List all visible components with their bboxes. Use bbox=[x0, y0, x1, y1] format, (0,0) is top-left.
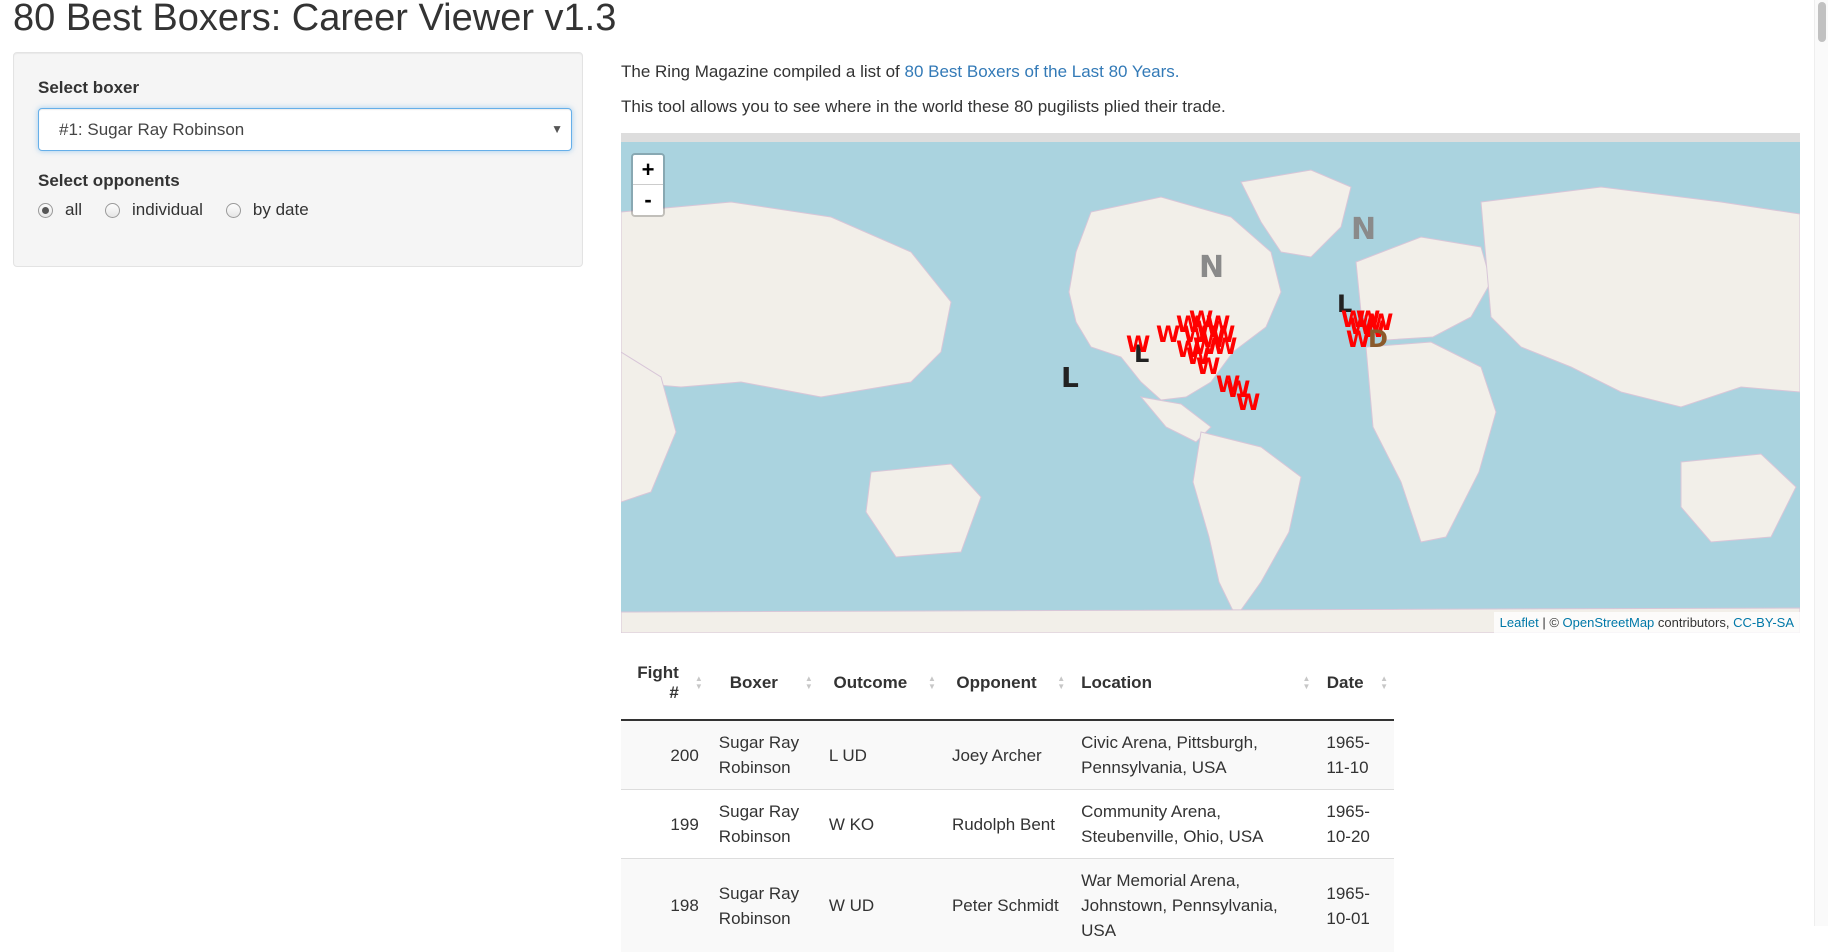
radio-all[interactable]: all bbox=[38, 200, 82, 220]
column-header-opponent-label: Opponent bbox=[956, 673, 1036, 692]
table-header-row: Fight # ▲▼ Boxer ▲▼ Outcome ▲▼ Opponent ▲▼ L… bbox=[621, 646, 1394, 720]
marker-w[interactable]: W bbox=[1126, 333, 1150, 358]
cell-opponent: Joey Archer bbox=[942, 720, 1071, 790]
license-link[interactable]: CC-BY-SA bbox=[1733, 615, 1794, 630]
cell-date: 1965-10-20 bbox=[1316, 790, 1394, 859]
column-header-date[interactable]: Date ▲▼ bbox=[1316, 646, 1394, 720]
column-header-location-label: Location bbox=[1081, 673, 1152, 692]
column-header-opponent[interactable]: Opponent ▲▼ bbox=[942, 646, 1071, 720]
cell-location: War Memorial Arena, Johnstown, Pennsylva… bbox=[1071, 859, 1316, 952]
marker-w[interactable]: W bbox=[1346, 328, 1370, 353]
select-opponents-label: Select opponents bbox=[38, 171, 180, 191]
opponents-radio-group: all individual by date bbox=[38, 200, 332, 220]
radio-by-date-label: by date bbox=[253, 200, 309, 220]
sort-icon: ▲▼ bbox=[1057, 675, 1065, 691]
page-scrollbar[interactable] bbox=[1814, 0, 1828, 926]
fights-table: Fight # ▲▼ Boxer ▲▼ Outcome ▲▼ Opponent ▲▼ L… bbox=[621, 646, 1394, 952]
column-header-boxer-label: Boxer bbox=[730, 673, 778, 692]
cell-boxer: Sugar Ray Robinson bbox=[709, 720, 819, 790]
cell-fight-number: 198 bbox=[621, 859, 709, 952]
intro-line-1: The Ring Magazine compiled a list of 80 … bbox=[621, 62, 1180, 82]
radio-by-date-button[interactable] bbox=[226, 203, 241, 218]
intro-line-2: This tool allows you to see where in the… bbox=[621, 97, 1226, 117]
cell-outcome: W KO bbox=[819, 790, 942, 859]
attribution-contributors: contributors, bbox=[1654, 615, 1733, 630]
cell-location: Civic Arena, Pittsburgh, Pennsylvania, U… bbox=[1071, 720, 1316, 790]
radio-by-date[interactable]: by date bbox=[226, 200, 309, 220]
table-row[interactable]: 199 Sugar Ray Robinson W KO Rudolph Bent… bbox=[621, 790, 1394, 859]
app-title: 80 Best Boxers: Career Viewer v1.3 bbox=[13, 0, 616, 42]
sort-icon: ▲▼ bbox=[1380, 675, 1388, 691]
radio-all-label: all bbox=[65, 200, 82, 220]
table-row[interactable]: 200 Sugar Ray Robinson L UD Joey Archer … bbox=[621, 720, 1394, 790]
cell-date: 1965-11-10 bbox=[1316, 720, 1394, 790]
select-boxer-label: Select boxer bbox=[38, 78, 139, 98]
cell-boxer: Sugar Ray Robinson bbox=[709, 859, 819, 952]
column-header-outcome-label: Outcome bbox=[834, 673, 908, 692]
cell-boxer: Sugar Ray Robinson bbox=[709, 790, 819, 859]
attribution-separator: | © bbox=[1539, 615, 1563, 630]
sort-icon: ▲▼ bbox=[1302, 675, 1310, 691]
sort-icon: ▲▼ bbox=[928, 675, 936, 691]
zoom-control: + - bbox=[631, 153, 665, 217]
leaflet-link[interactable]: Leaflet bbox=[1500, 615, 1539, 630]
cell-date: 1965-10-01 bbox=[1316, 859, 1394, 952]
radio-individual[interactable]: individual bbox=[105, 200, 203, 220]
radio-all-button[interactable] bbox=[38, 203, 53, 218]
zoom-in-button[interactable]: + bbox=[633, 155, 663, 185]
marker-d-europe[interactable]: D bbox=[1368, 325, 1388, 353]
osm-link[interactable]: OpenStreetMap bbox=[1563, 615, 1655, 630]
cell-outcome: W UD bbox=[819, 859, 942, 952]
column-header-location[interactable]: Location ▲▼ bbox=[1071, 646, 1316, 720]
cell-fight-number: 200 bbox=[621, 720, 709, 790]
column-header-outcome[interactable]: Outcome ▲▼ bbox=[819, 646, 942, 720]
fight-markers: N N L L L W W W W W W W W W W W W W W W … bbox=[621, 142, 1800, 633]
column-header-date-label: Date bbox=[1327, 673, 1364, 692]
sort-icon: ▲▼ bbox=[695, 675, 703, 691]
sidebar-panel: Select boxer #1: Sugar Ray Robinson ▼ Se… bbox=[13, 52, 583, 267]
boxer-select[interactable]: #1: Sugar Ray Robinson ▼ bbox=[38, 108, 572, 151]
best-boxers-link[interactable]: 80 Best Boxers of the Last 80 Years. bbox=[904, 62, 1179, 81]
column-header-fight-label: Fight # bbox=[637, 663, 679, 702]
sort-icon: ▲▼ bbox=[805, 675, 813, 691]
intro-prefix: The Ring Magazine compiled a list of bbox=[621, 62, 904, 81]
table-row[interactable]: 198 Sugar Ray Robinson W UD Peter Schmid… bbox=[621, 859, 1394, 952]
cell-opponent: Peter Schmidt bbox=[942, 859, 1071, 952]
marker-n-canada[interactable]: N bbox=[1199, 250, 1224, 285]
scrollbar-thumb[interactable] bbox=[1818, 2, 1826, 42]
marker-w[interactable]: W bbox=[1236, 391, 1260, 416]
radio-individual-button[interactable] bbox=[105, 203, 120, 218]
map-attribution: Leaflet | © OpenStreetMap contributors, … bbox=[1494, 612, 1800, 633]
cell-location: Community Arena, Steubenville, Ohio, USA bbox=[1071, 790, 1316, 859]
boxer-select-value: #1: Sugar Ray Robinson bbox=[59, 120, 244, 140]
zoom-out-button[interactable]: - bbox=[633, 185, 663, 215]
career-map[interactable]: N N L L L W W W W W W W W W W W W W W W … bbox=[621, 133, 1800, 633]
cell-fight-number: 199 bbox=[621, 790, 709, 859]
marker-n-scandinavia[interactable]: N bbox=[1351, 212, 1376, 247]
column-header-boxer[interactable]: Boxer ▲▼ bbox=[709, 646, 819, 720]
cell-outcome: L UD bbox=[819, 720, 942, 790]
radio-individual-label: individual bbox=[132, 200, 203, 220]
marker-l-pacific[interactable]: L bbox=[1061, 361, 1079, 394]
cell-opponent: Rudolph Bent bbox=[942, 790, 1071, 859]
chevron-down-icon: ▼ bbox=[551, 122, 563, 136]
column-header-fight[interactable]: Fight # ▲▼ bbox=[621, 646, 709, 720]
